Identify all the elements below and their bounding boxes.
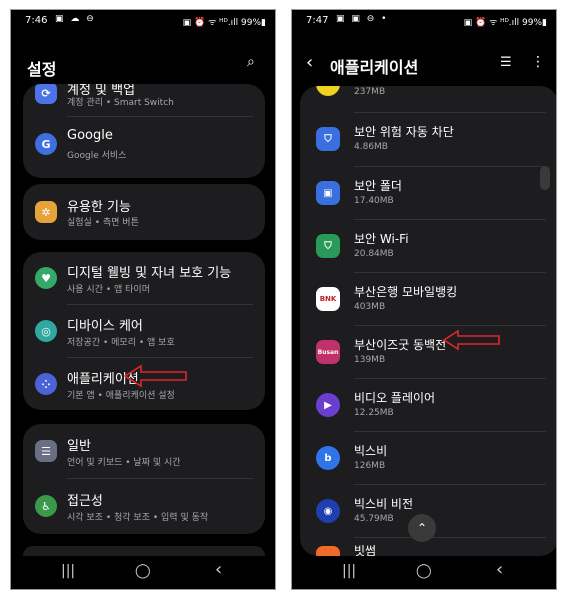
settings-item-label: 일반 (67, 439, 91, 454)
shield-icon: ⛉ (316, 127, 340, 151)
annotation-arrow (442, 329, 500, 351)
apps-icon: ⁘ (35, 373, 57, 395)
scroll-to-top-button[interactable]: ⌃ (408, 514, 436, 542)
system-status-icons: ▣ ⏰ ᯤ ᴴᴰ.ıll 99%▮ (182, 18, 266, 28)
settings-item-subtitle: 사용 시간 • 앱 타이머 (67, 285, 150, 295)
notification-icons: ▣ ☁ ⊖ (55, 14, 96, 24)
settings-group-accounts: ⟳ 계정 및 백업 계정 관리 • Smart Switch G Google … (23, 84, 265, 178)
app-item[interactable]: ▶ 비디오 플레이어 12.25MB (300, 379, 556, 431)
wellbeing-icon: ♥ (35, 267, 57, 289)
app-item[interactable]: b 빅스비 126MB (300, 432, 556, 484)
applications-screen: 7:47 ▣ ▣ ⊖ • ▣ ⏰ ᯤ ᴴᴰ.ıll 99%▮ ‹ 애플리케이션 … (291, 9, 557, 590)
sync-icon: ⟳ (35, 84, 57, 104)
home-button[interactable]: ◯ (135, 563, 151, 579)
app-item[interactable]: ⛉ 보안 Wi-Fi 20.84MB (300, 220, 556, 272)
app-item[interactable]: 237MB (300, 86, 556, 112)
page-title: 애플리케이션 (330, 58, 419, 77)
settings-item-label: 유용한 기능 (67, 200, 131, 215)
app-size: 20.84MB (354, 249, 394, 259)
recents-button[interactable]: ||| (342, 563, 356, 579)
settings-item-subtitle: 기본 앱 • 애플리케이션 설정 (67, 391, 175, 401)
app-size: 403MB (354, 302, 386, 312)
status-bar: 7:47 ▣ ▣ ⊖ • ▣ ⏰ ᯤ ᴴᴰ.ıll 99%▮ (292, 10, 556, 32)
secure-folder-icon: ▣ (316, 181, 340, 205)
eye-icon: ◉ (316, 499, 340, 523)
app-name: 보안 폴더 (354, 179, 402, 193)
settings-item-advanced-features[interactable]: ✲ 유용한 기능 실험실 • 측면 버튼 (23, 184, 265, 240)
settings-item-digital-wellbeing[interactable]: ♥ 디지털 웰빙 및 자녀 보호 기능 사용 시간 • 앱 타이머 (23, 252, 265, 304)
navigation-bar: ||| ◯ ‹ (292, 555, 556, 589)
settings-item-device-care[interactable]: ◎ 디바이스 케어 저장공간 • 메모리 • 앱 보호 (23, 305, 265, 357)
app-size: 45.79MB (354, 514, 394, 524)
status-time: 7:46 (25, 15, 48, 26)
app-size: 126MB (354, 461, 386, 471)
app-name: 보안 Wi-Fi (354, 232, 409, 246)
settings-group-general: ☰ 일반 언어 및 키보드 • 날짜 및 시간 ♿ 접근성 시각 보조 • 청각… (23, 424, 265, 534)
settings-item-accessibility[interactable]: ♿ 접근성 시각 보조 • 청각 보조 • 입력 및 동작 (23, 479, 265, 533)
accessibility-icon: ♿ (35, 495, 57, 517)
app-name: 빅스비 비전 (354, 497, 414, 511)
bnk-icon: BNK (316, 287, 340, 311)
app-size: 4.86MB (354, 142, 388, 152)
bixby-icon: b (316, 446, 340, 470)
device-care-icon: ◎ (35, 320, 57, 342)
app-item[interactable]: 빗썸 (300, 538, 556, 556)
google-icon: G (35, 133, 57, 155)
sliders-icon: ☰ (35, 440, 57, 462)
app-item[interactable]: Busan 부산이즈굿 동백전 139MB (300, 326, 556, 378)
app-name: 부산이즈굿 동백전 (354, 338, 447, 352)
settings-item-general[interactable]: ☰ 일반 언어 및 키보드 • 날짜 및 시간 (23, 424, 265, 478)
settings-item-subtitle: 시각 보조 • 청각 보조 • 입력 및 동작 (67, 513, 209, 523)
app-item[interactable]: ▣ 보안 폴더 17.40MB (300, 167, 556, 219)
settings-item-subtitle: 계정 관리 • Smart Switch (67, 98, 174, 108)
settings-item-google[interactable]: G Google Google 서비스 (23, 120, 265, 172)
settings-item-label: 디바이스 케어 (67, 319, 143, 334)
navigation-bar: ||| ◯ ‹ (11, 555, 275, 589)
app-size: 17.40MB (354, 196, 394, 206)
scrollbar-thumb[interactable] (540, 166, 550, 190)
app-name: 빅스비 (354, 444, 388, 458)
settings-item-label: 디지털 웰빙 및 자녀 보호 기능 (67, 266, 232, 281)
app-name: 빗썸 (354, 544, 377, 556)
app-name: 부산은행 모바일뱅킹 (354, 285, 458, 299)
settings-item-label: Google (67, 128, 113, 143)
settings-item-subtitle: 실험실 • 측면 버튼 (67, 218, 139, 228)
settings-item-subtitle: Google 서비스 (67, 151, 127, 161)
recents-button[interactable]: ||| (61, 563, 75, 579)
back-arrow-icon[interactable]: ‹ (306, 52, 313, 73)
status-time: 7:47 (306, 15, 329, 26)
wifi-shield-icon: ⛉ (316, 234, 340, 258)
partial-app-icon (316, 86, 340, 96)
puzzle-icon: ✲ (35, 201, 57, 223)
back-button[interactable]: ‹ (215, 559, 222, 580)
app-list: 237MB ⛉ 보안 위험 자동 차단 4.86MB ▣ 보안 폴더 17.40… (300, 86, 556, 556)
status-bar: 7:46 ▣ ☁ ⊖ ▣ ⏰ ᯤ ᴴᴰ.ıll 99%▮ (11, 10, 275, 32)
settings-item-label: 접근성 (67, 494, 103, 509)
home-button[interactable]: ◯ (416, 563, 432, 579)
app-size: 237MB (354, 87, 386, 97)
app-size: 12.25MB (354, 408, 394, 418)
settings-item-subtitle: 언어 및 키보드 • 날짜 및 시간 (67, 458, 181, 468)
filter-sort-icon[interactable]: ☰ (500, 55, 512, 70)
divider (67, 116, 253, 117)
annotation-arrow (123, 364, 187, 388)
app-size: 139MB (354, 355, 386, 365)
more-options-icon[interactable]: ⋮ (531, 54, 545, 70)
settings-group-advanced: ✲ 유용한 기능 실험실 • 측면 버튼 (23, 184, 265, 240)
busan-icon: Busan (316, 340, 340, 364)
system-status-icons: ▣ ⏰ ᯤ ᴴᴰ.ıll 99%▮ (463, 18, 547, 28)
app-name: 보안 위험 자동 차단 (354, 125, 454, 139)
page-title: 설정 (27, 60, 57, 79)
settings-item-subtitle: 저장공간 • 메모리 • 앱 보호 (67, 338, 175, 348)
settings-item-accounts[interactable]: ⟳ 계정 및 백업 계정 관리 • Smart Switch (23, 84, 265, 114)
notification-icons: ▣ ▣ ⊖ • (336, 14, 389, 24)
app-item[interactable]: BNK 부산은행 모바일뱅킹 403MB (300, 273, 556, 325)
settings-screen: 7:46 ▣ ☁ ⊖ ▣ ⏰ ᯤ ᴴᴰ.ıll 99%▮ 설정 ⌕ ⟳ 계정 및… (10, 9, 276, 590)
app-item[interactable]: ⛉ 보안 위험 자동 차단 4.86MB (300, 113, 556, 166)
back-button[interactable]: ‹ (496, 559, 503, 580)
play-icon: ▶ (316, 393, 340, 417)
search-icon[interactable]: ⌕ (247, 54, 255, 70)
app-name: 비디오 플레이어 (354, 391, 436, 405)
